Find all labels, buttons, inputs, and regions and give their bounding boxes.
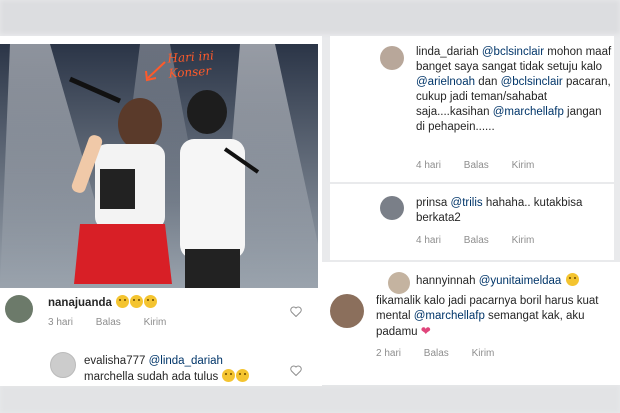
comment-time: 4 hari (416, 235, 442, 246)
avatar[interactable] (330, 294, 364, 328)
reply-link[interactable]: Balas (464, 160, 489, 171)
send-link[interactable]: Kirim (144, 317, 167, 328)
avatar[interactable] (5, 295, 33, 323)
send-link[interactable]: Kirim (472, 348, 495, 359)
mention-link[interactable]: @yunitaimeldaa (479, 275, 562, 287)
emoji-icon (565, 273, 579, 286)
comment-username[interactable]: nanajuanda (48, 297, 112, 309)
comment-time: 4 hari (416, 160, 442, 171)
comment-meta: 4 hari Balas Kirim (416, 235, 554, 246)
send-link[interactable]: Kirim (512, 160, 535, 171)
comment-text-segment: dan (475, 76, 501, 88)
emoji-icon (236, 369, 250, 382)
avatar[interactable] (50, 352, 76, 378)
bottom-blur-band (0, 385, 620, 413)
like-heart-icon[interactable] (290, 365, 302, 376)
comment-body: @bclsinclair mohon maaf banget saya sang… (416, 46, 611, 133)
right-comments-panel-3: hannyinnah @yunitaimeldaa fikamalik kalo… (322, 262, 620, 385)
avatar[interactable] (388, 272, 410, 294)
comment-text: prinsa @trilis hahaha.. kutakbisa berkat… (416, 196, 612, 226)
mention-link[interactable]: @bclsinclair (501, 76, 563, 88)
heart-emoji-icon: ❤ (420, 324, 431, 338)
mention-link[interactable]: @linda_dariah (149, 355, 223, 367)
comment-time: 2 hari (376, 348, 402, 359)
comment-text: evalisha777 @linda_dariah marchella suda… (84, 354, 294, 385)
right-comments-panel-2: prinsa @trilis hahaha.. kutakbisa berkat… (330, 184, 614, 260)
mention-link[interactable]: @arielnoah (416, 76, 475, 88)
comment-username[interactable]: prinsa (416, 197, 447, 209)
like-heart-icon[interactable] (290, 306, 302, 317)
comment-text: fikamalik kalo jadi pacarnya boril harus… (376, 294, 620, 340)
left-post-panel: Hari ini Konser nanajuanda 3 hari Balas … (0, 36, 322, 386)
concert-photo-image (0, 44, 318, 288)
top-blur-band (0, 0, 620, 34)
reply-link[interactable]: Balas (96, 317, 121, 328)
comment-text: nanajuanda (48, 295, 288, 311)
comment-time: 3 hari (48, 317, 74, 328)
reply-link[interactable]: Balas (424, 348, 449, 359)
avatar[interactable] (380, 46, 404, 70)
comment-username[interactable]: linda_dariah (416, 46, 479, 58)
mention-link[interactable]: @bclsinclair (482, 46, 544, 58)
comment-username[interactable]: fikamalik (376, 295, 421, 307)
comment-meta: 2 hari Balas Kirim (376, 348, 514, 359)
comment-meta: 4 hari Balas Kirim (416, 160, 554, 171)
comment-meta: 3 hari Balas Kirim (48, 317, 186, 328)
comment-body: @yunitaimeldaa (479, 275, 562, 287)
right-comments-panel: linda_dariah @bclsinclair mohon maaf ban… (330, 36, 614, 182)
emoji-icon (116, 295, 130, 308)
comment-username[interactable]: evalisha777 (84, 355, 145, 367)
avatar[interactable] (380, 196, 404, 220)
mention-link[interactable]: @trilis (451, 197, 483, 209)
emoji-icon (222, 369, 236, 382)
comment-username[interactable]: hannyinnah (416, 275, 475, 287)
emoji-icon (130, 295, 144, 308)
photo-annotation: Hari ini Konser (167, 48, 215, 81)
comment-text: linda_dariah @bclsinclair mohon maaf ban… (416, 45, 612, 135)
send-link[interactable]: Kirim (512, 235, 535, 246)
comment-text: hannyinnah @yunitaimeldaa (416, 273, 616, 289)
reply-link[interactable]: Balas (464, 235, 489, 246)
comment-body: marchella sudah ada tulus (84, 371, 219, 383)
concert-photo[interactable]: Hari ini Konser (0, 44, 318, 288)
mention-link[interactable]: @marchellafp (414, 310, 485, 322)
mention-link[interactable]: @marchellafp (493, 106, 564, 118)
emoji-icon (144, 295, 158, 308)
